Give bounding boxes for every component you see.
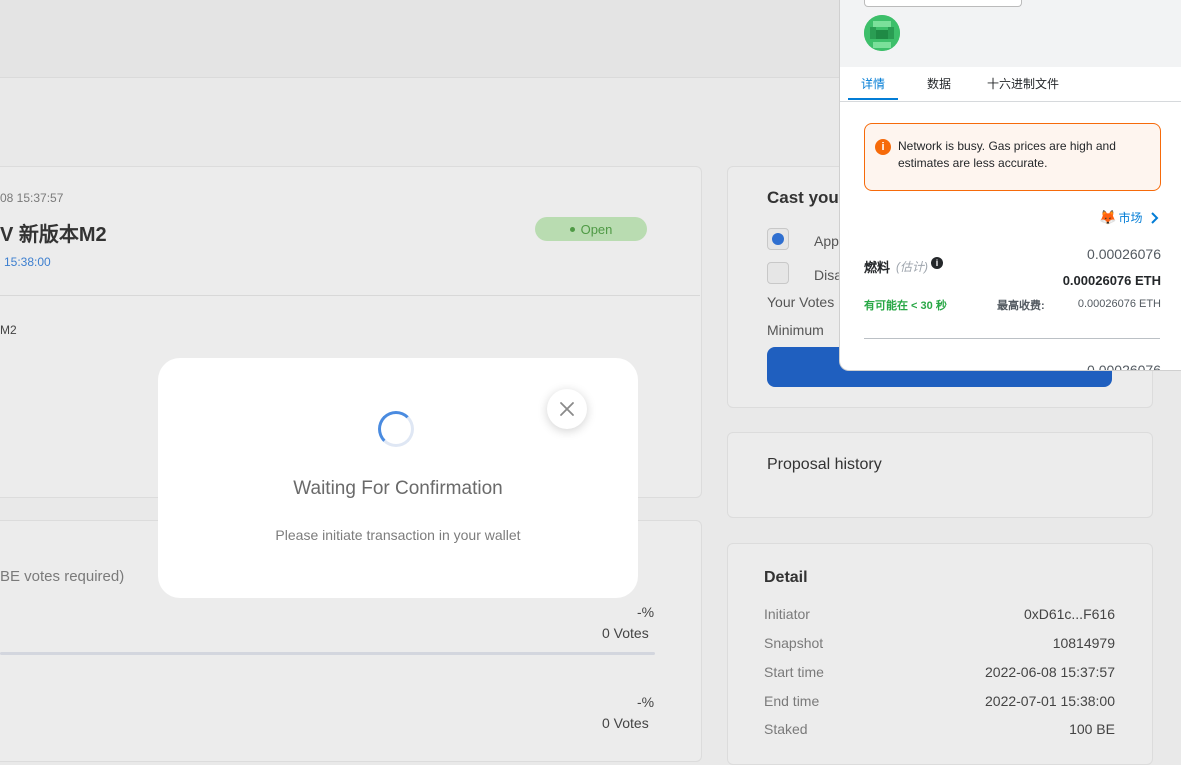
cast-vote-title: Cast you (767, 188, 839, 207)
active-tab-indicator (848, 98, 898, 100)
tab-data[interactable]: 数据 (927, 75, 951, 92)
proposal-end-time[interactable]: 15:38:00 (4, 255, 51, 269)
chevron-right-icon (1151, 211, 1159, 224)
gas-fee-eth: 0.00026076 ETH (1062, 273, 1161, 288)
detail-label-initiator: Initiator (764, 606, 810, 622)
info-icon[interactable]: i (931, 257, 943, 269)
gas-estimate-label: (估计) (896, 260, 928, 274)
detail-title: Detail (764, 569, 808, 586)
proposal-history-title: Proposal history (767, 456, 882, 473)
max-fee-value: 0.00026076 ETH (1077, 298, 1161, 310)
wallet-header (840, 0, 1181, 67)
proposal-body: M2 (0, 323, 17, 337)
result-votes-disapprove: 0 Votes (602, 715, 649, 731)
detail-value-start-time: 2022-06-08 15:37:57 (985, 664, 1115, 680)
detail-value-initiator[interactable]: 0xD61c...F616 (1024, 606, 1115, 622)
close-icon (560, 402, 574, 416)
wallet-tabs: 详情 数据 十六进制文件 (840, 67, 1181, 102)
wallet-popup: 详情 数据 十六进制文件 i Network is busy. Gas pric… (839, 0, 1181, 371)
approve-radio[interactable] (767, 228, 789, 250)
disapprove-radio[interactable] (767, 262, 789, 284)
status-badge: Open (535, 217, 647, 241)
network-busy-text: Network is busy. Gas prices are high and… (898, 139, 1116, 170)
gas-fee-value: 0.00026076 (1087, 246, 1161, 262)
detail-value-snapshot: 10814979 (1052, 635, 1115, 651)
approve-label: App (814, 233, 839, 249)
proposal-title: V 新版本M2 (0, 224, 107, 246)
divider (0, 295, 700, 296)
proposal-created-time: 08 15:37:57 (0, 191, 64, 205)
account-avatar-icon (864, 15, 900, 51)
loading-spinner-icon (378, 411, 414, 447)
result-percent-disapprove: -% (637, 694, 655, 710)
account-selector[interactable] (864, 0, 1022, 7)
result-votes-approve: 0 Votes (602, 625, 649, 641)
close-button[interactable] (547, 389, 587, 429)
detail-label-start-time: Start time (764, 664, 824, 680)
modal-title: Waiting For Confirmation (293, 478, 503, 499)
approve-progress-bar (0, 652, 655, 655)
status-badge-label: Open (580, 221, 613, 237)
tab-details[interactable]: 详情 (861, 75, 885, 92)
time-estimate: 有可能在 < 30 秒 (864, 300, 947, 312)
your-votes-label: Your Votes (767, 294, 835, 310)
detail-label-snapshot: Snapshot (764, 635, 824, 651)
detail-value-end-time: 2022-07-01 15:38:00 (985, 693, 1115, 709)
detail-label-staked: Staked (764, 721, 808, 737)
tab-hex[interactable]: 十六进制文件 (987, 75, 1059, 92)
detail-value-staked: 100 BE (1069, 721, 1115, 737)
proposal-history-card (727, 432, 1153, 518)
max-fee-label: 最高收费: (997, 300, 1045, 312)
network-busy-alert: i Network is busy. Gas prices are high a… (864, 123, 1161, 191)
confirmation-modal: Waiting For Confirmation Please initiate… (158, 358, 638, 598)
minimum-label: Minimum (767, 322, 824, 338)
modal-subtitle: Please initiate transaction in your wall… (275, 527, 521, 543)
market-label: 市场 (1118, 211, 1143, 225)
gas-label: 燃料 (864, 260, 891, 275)
detail-label-end-time: End time (764, 693, 820, 709)
fox-icon: 🦊 (1099, 209, 1117, 225)
market-link[interactable]: 🦊 市场 (1099, 209, 1160, 226)
disapprove-label: Disa (814, 267, 843, 283)
wallet-divider (864, 338, 1160, 339)
warning-icon: i (875, 139, 891, 155)
status-dot-icon (569, 226, 575, 232)
total-value: 0.00026076 (1087, 362, 1161, 371)
votes-required-text: BE votes required) (0, 568, 125, 585)
result-percent-approve: -% (637, 604, 655, 620)
